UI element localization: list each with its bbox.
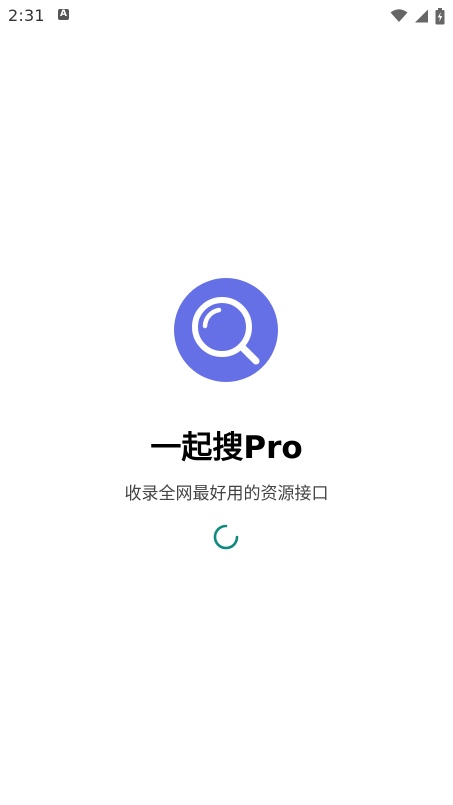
wifi-icon: [390, 9, 408, 23]
app-title: 一起搜Pro: [150, 430, 303, 466]
status-icons: [390, 7, 445, 25]
magnifier-icon: [174, 278, 278, 382]
app-subtitle: 收录全网最好用的资源接口: [124, 484, 329, 504]
spinner-icon: [213, 524, 239, 550]
signal-icon: [414, 9, 429, 23]
battery-charging-icon: [435, 7, 445, 25]
status-time: 2:31: [8, 6, 45, 25]
loading-spinner: [211, 522, 241, 552]
a-icon: A: [58, 9, 69, 20]
app-logo: [174, 278, 278, 382]
status-bar: 2:31 A: [0, 0, 453, 32]
